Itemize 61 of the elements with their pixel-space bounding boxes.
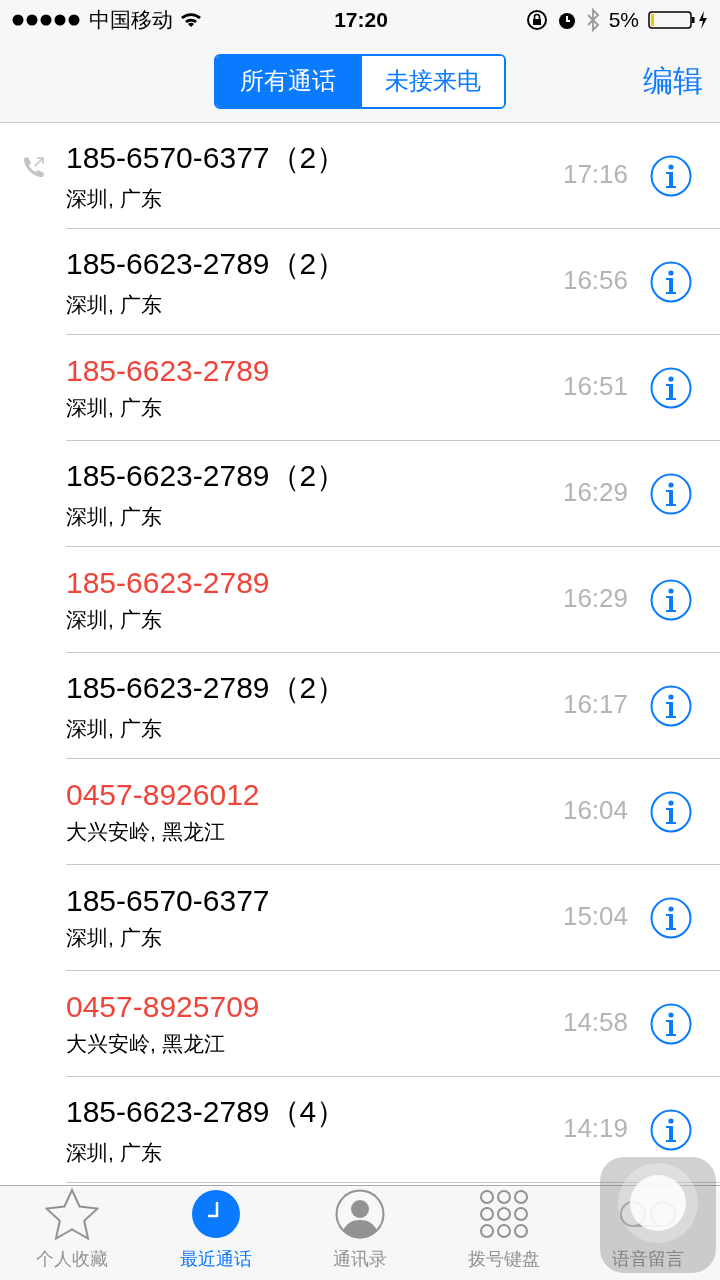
info-icon[interactable] bbox=[650, 472, 692, 515]
call-time: 16:29 bbox=[562, 583, 628, 614]
call-time: 16:29 bbox=[562, 477, 628, 508]
bluetooth-icon bbox=[585, 8, 600, 32]
info-icon[interactable] bbox=[650, 260, 692, 303]
info-icon[interactable] bbox=[650, 154, 692, 197]
rotation-lock-icon bbox=[525, 9, 548, 31]
phone-number: 185-6570-6377（2） bbox=[66, 140, 348, 176]
phone-number: 185-6570-6377 bbox=[66, 883, 271, 918]
signal-icon bbox=[12, 14, 82, 26]
phone-number: 0457-8926012 bbox=[66, 777, 261, 812]
segment-tab[interactable]: 所有通话 bbox=[216, 55, 360, 107]
info-icon[interactable] bbox=[650, 684, 692, 727]
tab-item[interactable]: 最近通话 bbox=[144, 1186, 288, 1280]
phone-number: 185-6623-2789（2） bbox=[66, 458, 348, 494]
call-time: 16:17 bbox=[562, 689, 628, 720]
caller-location: 深圳, 广东 bbox=[66, 292, 163, 318]
info-icon[interactable] bbox=[650, 896, 692, 939]
contact-icon bbox=[335, 1189, 385, 1239]
phone-number: 185-6623-2789（2） bbox=[66, 246, 348, 282]
wifi-icon bbox=[180, 12, 202, 28]
call-time: 16:51 bbox=[562, 371, 628, 402]
caller-location: 深圳, 广东 bbox=[66, 504, 163, 530]
info-icon[interactable] bbox=[650, 578, 692, 621]
tab-item[interactable]: 个人收藏 bbox=[0, 1186, 144, 1280]
caller-location: 深圳, 广东 bbox=[66, 716, 163, 742]
caller-location: 大兴安岭, 黑龙江 bbox=[66, 1030, 226, 1057]
phone-number: 185-6623-2789（2） bbox=[66, 670, 348, 706]
call-time: 17:16 bbox=[562, 159, 628, 190]
phone-number: 185-6623-2789 bbox=[66, 353, 271, 388]
tab-item[interactable]: 通讯录 bbox=[288, 1186, 432, 1280]
clock-time: 17:20 bbox=[334, 8, 388, 32]
call-time: 14:58 bbox=[562, 1007, 628, 1038]
info-icon[interactable] bbox=[650, 1108, 692, 1151]
info-icon[interactable] bbox=[650, 366, 692, 409]
phone-number: 0457-8925709 bbox=[66, 989, 261, 1024]
segment-tab[interactable]: 未接来电 bbox=[360, 55, 504, 107]
phone-number: 185-6623-2789（4） bbox=[66, 1094, 348, 1130]
caller-location: 深圳, 广东 bbox=[66, 186, 163, 212]
star-icon bbox=[45, 1188, 99, 1240]
assistive-touch-button[interactable] bbox=[600, 1157, 716, 1273]
keypad-icon bbox=[480, 1190, 528, 1238]
battery-percent: 5% bbox=[608, 8, 639, 32]
phone-number: 185-6623-2789 bbox=[66, 565, 271, 600]
battery-charging-icon bbox=[648, 10, 710, 30]
caller-location: 深圳, 广东 bbox=[66, 394, 163, 421]
info-icon[interactable] bbox=[650, 1002, 692, 1045]
info-icon[interactable] bbox=[650, 790, 692, 833]
edit-button[interactable]: 编辑 bbox=[643, 60, 703, 102]
caller-location: 深圳, 广东 bbox=[66, 924, 163, 951]
call-time: 16:04 bbox=[562, 795, 628, 826]
alarm-icon bbox=[556, 10, 577, 30]
call-time: 14:19 bbox=[562, 1113, 628, 1144]
clock-icon bbox=[192, 1190, 240, 1238]
caller-location: 深圳, 广东 bbox=[66, 606, 163, 633]
caller-location: 大兴安岭, 黑龙江 bbox=[66, 818, 226, 845]
call-time: 16:56 bbox=[562, 265, 628, 296]
caller-location: 深圳, 广东 bbox=[66, 1140, 163, 1166]
carrier-name: 中国移动 bbox=[89, 7, 173, 33]
call-time: 15:04 bbox=[562, 901, 628, 932]
tab-item[interactable]: 拨号键盘 bbox=[432, 1186, 576, 1280]
